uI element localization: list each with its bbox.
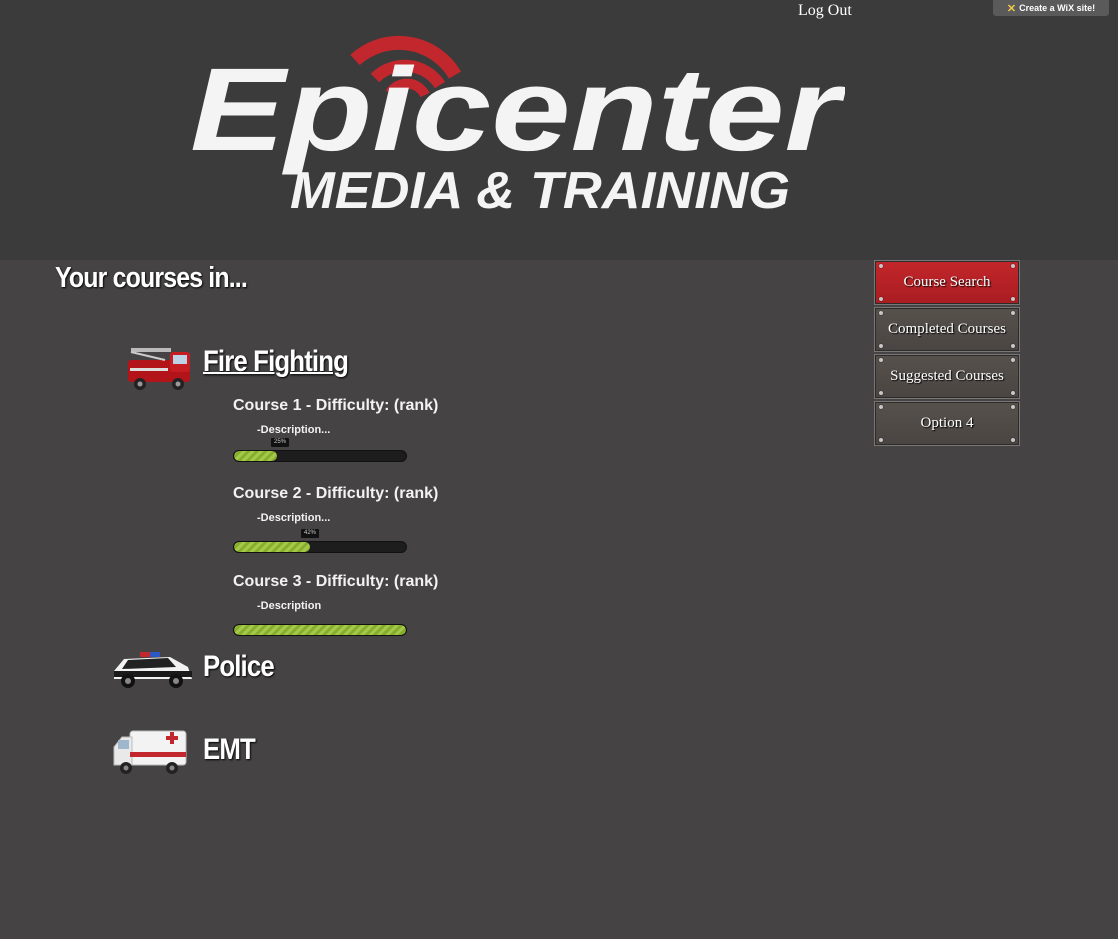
site-header: Epicenter MEDIA & TRAINING Log Out ✕ Cre…	[0, 0, 1118, 260]
logo-line1: Epicenter	[190, 44, 845, 176]
course-2-title[interactable]: Course 2 - Difficulty: (rank)	[233, 485, 438, 503]
page-title: Your courses in...	[55, 262, 248, 294]
course-1-title[interactable]: Course 1 - Difficulty: (rank)	[233, 397, 438, 415]
category-title-police[interactable]: Police	[203, 650, 275, 684]
police-car-icon	[114, 652, 192, 688]
course-3-progress-fill	[234, 625, 406, 635]
category-title-fire-fighting[interactable]: Fire Fighting	[203, 345, 349, 379]
ambulance-icon	[113, 730, 187, 774]
menu-item-label: Completed Courses	[888, 321, 1006, 337]
fire-truck-icon	[128, 348, 190, 390]
menu-item-label: Suggested Courses	[890, 368, 1004, 384]
course-3-title[interactable]: Course 3 - Difficulty: (rank)	[233, 573, 438, 591]
menu-item-label: Course Search	[903, 274, 991, 290]
side-menu: Course Search Completed Courses Suggeste…	[874, 260, 1020, 448]
menu-course-search-button[interactable]: Course Search	[874, 260, 1020, 305]
course-2-progress-fill	[234, 542, 310, 552]
course-1-progress: 25%	[233, 438, 407, 466]
course-1-progress-tooltip: 25%	[271, 438, 290, 447]
course-3-description: -Description	[257, 600, 322, 612]
menu-option-4-button[interactable]: Option 4	[874, 401, 1020, 446]
course-1-description: -Description...	[257, 424, 331, 436]
logout-link[interactable]: Log Out	[798, 2, 852, 20]
wix-badge[interactable]: ✕ Create a WiX site!	[993, 0, 1109, 16]
menu-item-label: Option 4	[920, 415, 974, 431]
wix-star-icon: ✕	[1006, 2, 1017, 15]
menu-suggested-courses-button[interactable]: Suggested Courses	[874, 354, 1020, 399]
menu-completed-courses-button[interactable]: Completed Courses	[874, 307, 1020, 352]
course-2-progress: 42%	[233, 528, 407, 556]
epicenter-logo[interactable]: Epicenter MEDIA & TRAINING	[185, 20, 845, 220]
course-2-progress-tooltip: 42%	[301, 529, 320, 538]
course-3-progress	[233, 612, 407, 636]
wix-badge-label: Create a WiX site!	[1019, 3, 1096, 13]
course-2-description: -Description...	[257, 512, 331, 524]
course-1-progress-fill	[234, 451, 277, 461]
logo-line2: MEDIA & TRAINING	[290, 162, 790, 220]
category-title-emt[interactable]: EMT	[203, 733, 256, 767]
